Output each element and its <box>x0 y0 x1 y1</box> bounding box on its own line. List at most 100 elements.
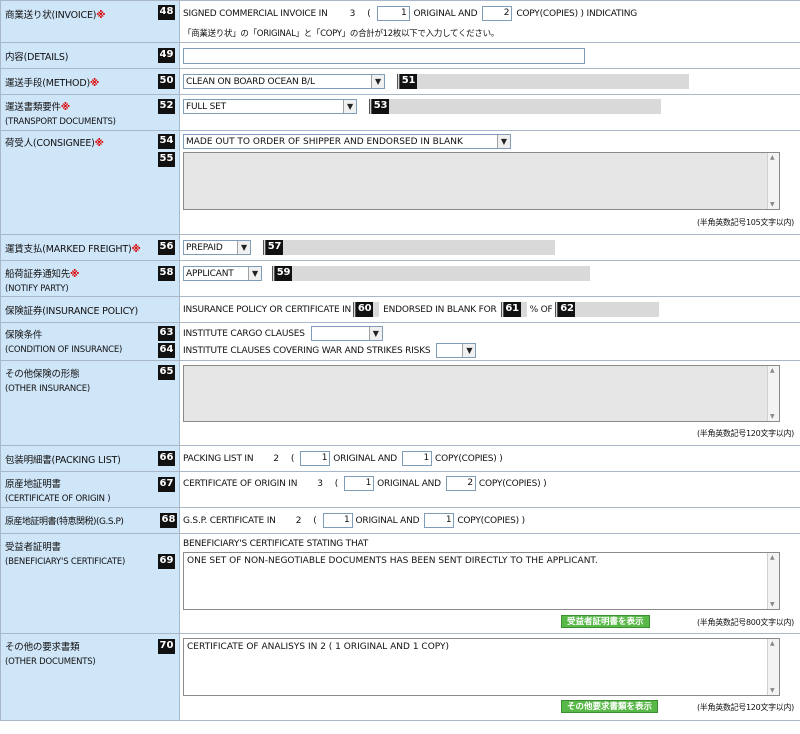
chevron-down-icon: ▼ <box>368 327 382 340</box>
field-number-67: 67 <box>158 477 175 492</box>
beneficiary-value-cell: BENEFICIARY'S CERTIFICATE STATING THAT O… <box>179 533 800 634</box>
insurance-count-field[interactable]: 60 <box>353 302 380 317</box>
invoice-original-input[interactable]: 1 <box>376 6 410 21</box>
gsp-label-cell: 原産地証明書(特恵関税)(G.S.P) 68 <box>0 507 180 534</box>
origin-copy-input[interactable]: 2 <box>445 476 476 491</box>
packing-copy-input[interactable]: 1 <box>402 451 433 466</box>
show-other-documents-button[interactable]: その他要求書類を表示 <box>561 700 659 713</box>
other-insurance-value-cell: (半角英数記号120文字以内) <box>179 360 800 446</box>
other-insurance-label: その他保険の形態 <box>5 369 80 380</box>
field-number-51: 51 <box>400 74 417 89</box>
consignee-select[interactable]: MADE OUT TO ORDER OF SHIPPER AND ENDORSE… <box>183 134 511 149</box>
chevron-down-icon: ▼ <box>371 75 384 88</box>
field-number-52: 52 <box>158 99 175 114</box>
required-mark: ※ <box>131 244 141 255</box>
origin-text: CERTIFICATE OF ORIGIN IN <box>183 478 298 489</box>
gsp-original-label: ORIGINAL AND <box>355 515 420 526</box>
notify-value-cell: APPLICANT ▼ 59 <box>179 260 800 297</box>
insurance-of-text: % OF <box>529 304 553 315</box>
beneficiary-textarea[interactable]: ONE SET OF NON-NEGOTIABLE DOCUMENTS HAS … <box>183 552 780 610</box>
origin-copy-label: COPY(COPIES) ) <box>478 478 547 489</box>
method-extra-field[interactable]: 51 <box>397 74 689 89</box>
freight-extra-field[interactable]: 57 <box>263 240 555 255</box>
other-insurance-textarea[interactable] <box>183 365 780 422</box>
gsp-original-input[interactable]: 1 <box>322 513 353 528</box>
scrollbar[interactable] <box>767 366 779 421</box>
notify-label: 船荷証券通知先 <box>5 269 71 280</box>
cargo-clauses-select[interactable]: ▼ <box>310 326 383 341</box>
freight-select[interactable]: PREPAID ▼ <box>183 240 251 255</box>
other-insurance-sublabel: (OTHER INSURANCE) <box>5 384 91 394</box>
other-docs-sublabel: (OTHER DOCUMENTS) <box>5 657 96 667</box>
transport-value-cell: FULL SET ▼ 53 <box>179 94 800 131</box>
war-strikes-select[interactable]: ▼ <box>436 343 477 358</box>
details-input[interactable] <box>183 48 585 64</box>
transport-extra-field[interactable]: 53 <box>369 99 661 114</box>
method-select[interactable]: CLEAN ON BOARD OCEAN B/L ▼ <box>183 74 385 89</box>
field-number-66: 66 <box>158 451 175 466</box>
gsp-label: 原産地証明書(特恵関税)(G.S.P) <box>5 517 124 527</box>
insurance-text: INSURANCE POLICY OR CERTIFICATE IN <box>183 304 352 315</box>
notify-select-value: APPLICANT <box>186 268 234 279</box>
beneficiary-textarea-value: ONE SET OF NON-NEGOTIABLE DOCUMENTS HAS … <box>187 556 598 566</box>
field-number-62: 62 <box>558 302 576 317</box>
field-number-48: 48 <box>158 5 175 20</box>
insurance-of-field[interactable]: 62 <box>555 302 660 317</box>
consignee-textarea[interactable] <box>183 152 780 210</box>
origin-original-input[interactable]: 1 <box>344 476 375 491</box>
field-number-56: 56 <box>158 240 175 255</box>
origin-sublabel: (CERTIFICATE OF ORIGIN ) <box>5 494 111 504</box>
notify-select[interactable]: APPLICANT ▼ <box>183 266 262 281</box>
field-number-54: 54 <box>158 134 175 149</box>
packing-copy-label: COPY(COPIES) ) <box>435 453 503 464</box>
packing-value-cell: PACKING LIST IN 2 ( 1 ORIGINAL AND 1 COP… <box>179 445 800 472</box>
origin-count: 3 <box>317 478 323 489</box>
other-docs-label: その他の要求書類 <box>5 642 80 653</box>
insurance-percent-field[interactable]: 61 <box>500 302 527 317</box>
consignee-label-cell: 荷受人(CONSIGNEE)※ 54 55 <box>0 130 180 235</box>
field-number-61: 61 <box>503 302 521 317</box>
show-beneficiary-certificate-button[interactable]: 受益者証明書を表示 <box>561 615 650 628</box>
field-number-53: 53 <box>372 99 389 114</box>
gsp-copy-input[interactable]: 1 <box>424 513 455 528</box>
field-number-55: 55 <box>158 152 175 167</box>
method-label: 運送手段(METHOD) <box>5 78 90 89</box>
packing-text: PACKING LIST IN <box>183 453 254 464</box>
invoice-copy-label: COPY(COPIES) ) INDICATING <box>516 8 638 19</box>
invoice-label-cell: 商業送り状(INVOICE)※ 48 <box>0 0 180 43</box>
invoice-hint: 「商業送り状」の「ORIGINAL」と「COPY」の合計が12枚以下で入力してく… <box>183 29 499 39</box>
gsp-value-cell: G.S.P. CERTIFICATE IN 2 ( 1 ORIGINAL AND… <box>179 507 800 534</box>
packing-label-cell: 包装明細書(PACKING LIST) 66 <box>0 445 180 472</box>
packing-label: 包装明細書(PACKING LIST) <box>5 455 121 466</box>
notify-sublabel: (NOTIFY PARTY) <box>5 284 69 294</box>
field-number-50: 50 <box>158 74 175 89</box>
scrollbar[interactable] <box>767 639 779 695</box>
gsp-count: 2 <box>295 515 302 526</box>
field-number-65: 65 <box>158 365 175 380</box>
notify-extra-field[interactable]: 59 <box>272 266 590 281</box>
method-value-cell: CLEAN ON BOARD OCEAN B/L ▼ 51 <box>179 68 800 95</box>
beneficiary-note: (半角英数記号800文字以内) <box>696 618 794 627</box>
scrollbar[interactable] <box>767 553 779 609</box>
freight-label: 運賃支払(MARKED FREIGHT) <box>5 244 132 255</box>
transport-sublabel: (TRANSPORT DOCUMENTS) <box>5 117 116 127</box>
packing-paren: ( <box>290 453 295 464</box>
details-value-cell <box>179 42 800 69</box>
insurance-endorsed-text: ENDORSED IN BLANK FOR <box>383 304 497 315</box>
insurance-value-cell: INSURANCE POLICY OR CERTIFICATE IN 60 EN… <box>179 296 800 323</box>
transport-select-value: FULL SET <box>186 101 226 112</box>
chevron-down-icon: ▼ <box>343 100 356 113</box>
field-number-58: 58 <box>158 266 175 281</box>
transport-select[interactable]: FULL SET ▼ <box>183 99 357 114</box>
other-docs-textarea[interactable]: CERTIFICATE OF ANALISYS IN 2 ( 1 ORIGINA… <box>183 638 780 696</box>
gsp-text: G.S.P. CERTIFICATE IN <box>183 515 276 526</box>
field-number-60: 60 <box>356 302 374 317</box>
packing-original-input[interactable]: 1 <box>300 451 331 466</box>
freight-select-value: PREPAID <box>186 242 223 253</box>
notify-label-cell: 船荷証券通知先※ (NOTIFY PARTY) 58 <box>0 260 180 297</box>
scrollbar[interactable] <box>767 153 779 209</box>
lc-documents-form: 商業送り状(INVOICE)※ 48 SIGNED COMMERCIAL INV… <box>0 0 800 721</box>
condition-label: 保険条件 <box>5 330 43 341</box>
invoice-copy-input[interactable]: 2 <box>482 6 513 21</box>
field-number-49: 49 <box>158 48 175 63</box>
